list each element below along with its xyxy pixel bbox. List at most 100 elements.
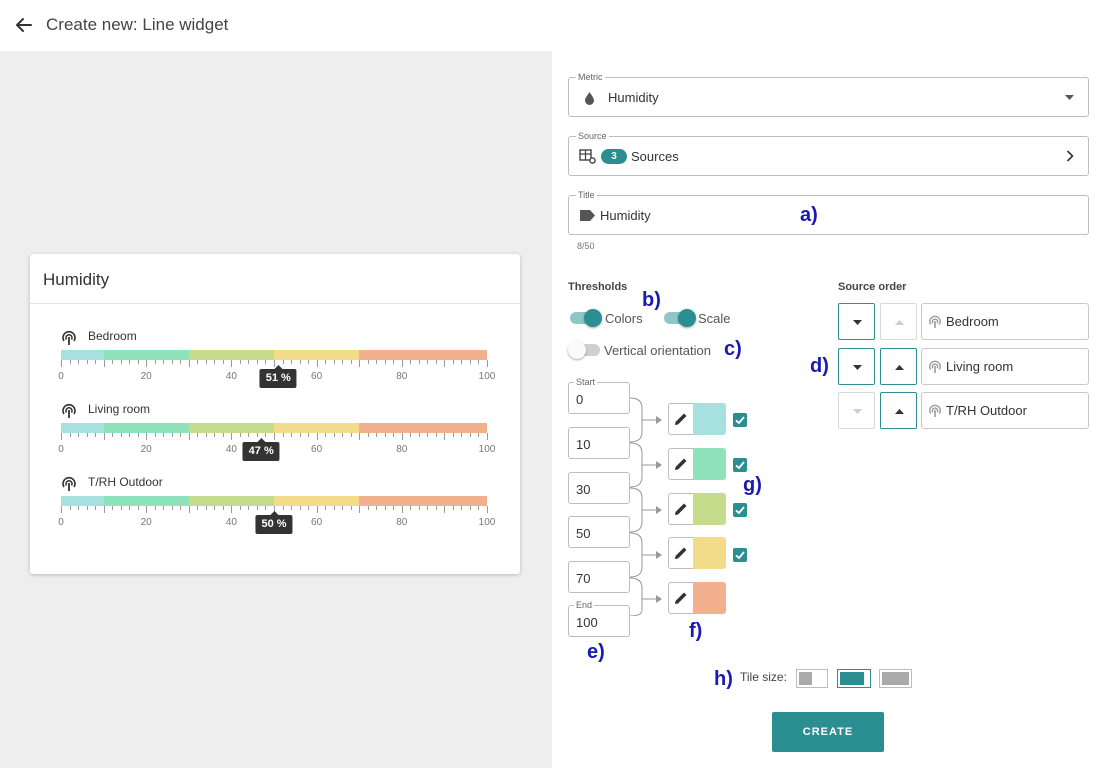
scale-tick (61, 360, 62, 367)
source-picker[interactable]: Source Sources (568, 130, 1089, 176)
caret-up-icon (895, 365, 904, 370)
scale-tick (291, 433, 293, 437)
scale-tick (154, 506, 156, 510)
threshold-end-input[interactable]: End 100 (568, 599, 630, 637)
tile-size-large[interactable] (879, 669, 912, 688)
edit-color-button[interactable] (668, 582, 694, 614)
edit-color-button[interactable] (668, 537, 694, 569)
scale-tick (367, 360, 369, 364)
scale-tick (171, 506, 173, 510)
scale-tick (180, 433, 182, 437)
label-tag-icon (580, 210, 595, 221)
move-down-button[interactable] (838, 348, 875, 385)
scale-label: 60 (311, 517, 323, 528)
tile-size-medium[interactable] (837, 669, 871, 688)
edit-color-button[interactable] (668, 403, 694, 435)
scale-tick (231, 360, 233, 367)
threshold-checkbox[interactable] (733, 413, 747, 427)
scale-tick (214, 506, 216, 510)
scale-tick (418, 433, 420, 437)
bar-segment (103, 423, 189, 433)
scale-label: 60 (311, 371, 323, 382)
scale-tick (274, 433, 275, 440)
threshold-checkbox[interactable] (733, 503, 747, 517)
scale-label: 80 (396, 371, 408, 382)
scale-tick (180, 360, 182, 364)
scale-tick (444, 360, 446, 367)
scale-tick (205, 506, 207, 510)
scale-tick (478, 433, 480, 437)
scale-tick (410, 433, 412, 437)
pencil-icon (675, 503, 687, 515)
color-swatch[interactable] (693, 582, 726, 614)
scale-tick (410, 506, 412, 510)
threshold-input[interactable]: 70 (568, 561, 630, 593)
scale-label: 0 (58, 444, 64, 455)
move-up-button[interactable] (880, 392, 917, 429)
edit-color-button[interactable] (668, 448, 694, 480)
threshold-input[interactable]: 30 (568, 472, 630, 504)
scale-tick (367, 506, 369, 510)
caret-up-icon (895, 320, 904, 325)
title-input[interactable]: Title Humidity (568, 189, 1089, 235)
scale-label: 20 (140, 444, 152, 455)
color-swatch[interactable] (693, 448, 726, 480)
scale-tick (78, 360, 80, 364)
color-swatch[interactable] (693, 493, 726, 525)
scale-tick (171, 433, 173, 437)
title-value: Humidity (600, 208, 651, 223)
source-order-name: Bedroom (946, 314, 999, 329)
tile-size-small[interactable] (796, 669, 828, 688)
scale-tick (291, 506, 293, 510)
scale-tick (469, 433, 471, 437)
scale-tick (401, 506, 403, 513)
scale-tick (120, 506, 122, 510)
scale-tick (197, 433, 199, 437)
scale-tick (137, 433, 139, 437)
color-swatch[interactable] (693, 403, 726, 435)
sensor-signal-icon (929, 315, 941, 328)
back-arrow-icon[interactable] (14, 14, 34, 36)
move-up-button[interactable] (880, 348, 917, 385)
threshold-bar (61, 496, 487, 506)
threshold-start-input[interactable]: Start 0 (568, 376, 630, 414)
scale-tick (461, 433, 463, 437)
sensor-signal-icon (62, 330, 76, 345)
threshold-input[interactable]: 50 (568, 516, 630, 548)
scale-tick (461, 506, 463, 510)
scale-tick (129, 433, 131, 437)
scale-tick (308, 433, 310, 437)
create-button[interactable]: CREATE (772, 712, 884, 752)
edit-color-button[interactable] (668, 493, 694, 525)
scale-tick (359, 433, 361, 440)
scale-label: 80 (396, 517, 408, 528)
scale-tick (103, 360, 105, 367)
scale-tick (69, 360, 71, 364)
scale-toggle[interactable] (664, 309, 696, 327)
scale-tick (427, 360, 429, 364)
move-down-button-disabled[interactable] (838, 392, 875, 429)
threshold-input[interactable]: 10 (568, 427, 630, 459)
metric-select[interactable]: Metric Humidity (568, 71, 1089, 117)
scale-label: 60 (311, 444, 323, 455)
scale-tick (61, 433, 62, 440)
widget-preview-card: Humidity Bedroom 51 % 0 20 40 60 80 100 Livin… (30, 254, 520, 574)
scale-tick (308, 360, 310, 364)
scale-tick (359, 506, 361, 513)
move-up-button-disabled[interactable] (880, 303, 917, 340)
scale-tick (325, 360, 327, 364)
scale-tick (205, 433, 207, 437)
move-down-button[interactable] (838, 303, 875, 340)
threshold-value: 100 (576, 615, 598, 630)
bar-segment (61, 496, 104, 506)
colors-toggle[interactable] (570, 309, 602, 327)
scale-tick (393, 433, 395, 437)
vertical-orientation-toggle[interactable] (568, 341, 600, 359)
threshold-checkbox[interactable] (733, 458, 747, 472)
card-divider (30, 303, 520, 304)
source-order-item: T/RH Outdoor (921, 392, 1089, 429)
threshold-checkbox[interactable] (733, 548, 747, 562)
color-swatch[interactable] (693, 537, 726, 569)
source-count-badge: 3 (601, 149, 627, 164)
colors-toggle-label: Colors (605, 311, 643, 326)
